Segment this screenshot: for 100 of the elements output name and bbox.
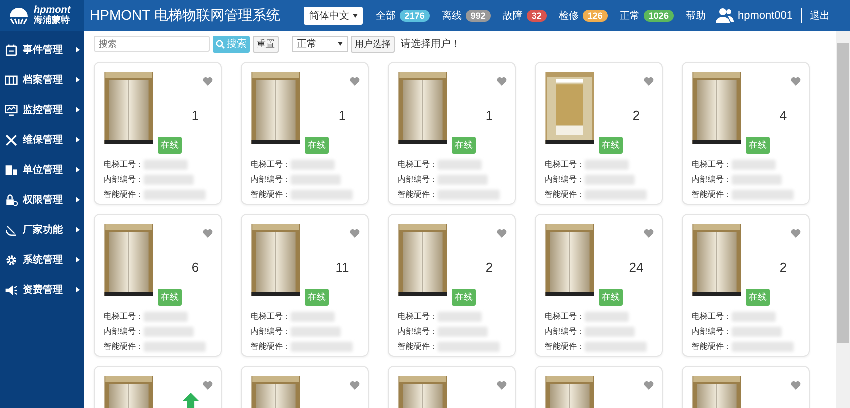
heart-icon[interactable]	[497, 381, 507, 390]
status-badge: 在线	[599, 289, 623, 306]
blurred-value	[438, 160, 482, 170]
count-badge: 126	[582, 10, 608, 22]
field-label: 电梯工号：	[251, 159, 291, 170]
heart-icon[interactable]	[203, 381, 213, 390]
sidebar-item[interactable]: 单位管理	[23, 163, 63, 177]
heart-icon[interactable]	[497, 77, 507, 86]
elevator-doors-picture	[692, 72, 742, 144]
elevator-card[interactable]: 2 在线 电梯工号： 内部编号： 智能硬件：	[535, 62, 663, 205]
counter-label[interactable]: 正常	[620, 8, 640, 22]
field-label: 电梯工号：	[692, 311, 732, 322]
field-label: 智能硬件：	[251, 189, 291, 200]
blurred-value	[438, 312, 482, 322]
blurred-value	[585, 160, 629, 170]
heart-icon[interactable]	[497, 229, 507, 238]
caret-icon	[76, 77, 80, 83]
sidebar-item[interactable]: 事件管理	[23, 43, 63, 57]
elevator-card[interactable]: 2 在线 电梯工号： 内部编号： 智能硬件：	[388, 214, 516, 357]
blurred-value	[585, 174, 635, 184]
user-select-button[interactable]: 用户选择	[351, 36, 395, 52]
blurred-value	[438, 174, 488, 184]
field-label: 内部编号：	[398, 174, 438, 185]
heart-icon[interactable]	[644, 77, 654, 86]
field-label: 内部编号：	[545, 174, 585, 185]
heart-icon[interactable]	[791, 381, 801, 390]
field-label: 电梯工号：	[398, 159, 438, 170]
grid-icon	[5, 74, 18, 86]
heart-icon[interactable]	[644, 381, 654, 390]
heart-icon[interactable]	[791, 229, 801, 238]
username[interactable]: hpmont001	[738, 10, 793, 22]
counter-label[interactable]: 检修	[558, 8, 579, 22]
counter-label[interactable]: 故障	[502, 8, 523, 22]
elevator-card[interactable]: 2 在线 电梯工号： 内部编号： 智能硬件：	[682, 214, 810, 357]
blurred-value	[291, 160, 335, 170]
heart-icon[interactable]	[350, 229, 360, 238]
blurred-value	[438, 326, 488, 336]
sidebar-item[interactable]: 系统管理	[23, 253, 63, 267]
users-icon	[716, 8, 734, 23]
blurred-value	[732, 190, 794, 200]
caret-icon	[76, 167, 80, 173]
speaker-icon	[5, 284, 18, 296]
logo-name: 海浦蒙特	[34, 16, 70, 25]
sidebar-item[interactable]: 厂家功能	[23, 223, 63, 237]
elevator-card[interactable]: 4 在线 电梯工号： 内部编号： 智能硬件：	[682, 62, 810, 205]
sidebar-item[interactable]: 档案管理	[23, 73, 63, 87]
building-icon	[5, 164, 18, 176]
field-label: 电梯工号：	[251, 311, 291, 322]
counter-label[interactable]: 全部	[376, 8, 396, 22]
blurred-value	[585, 342, 647, 352]
blurred-value	[144, 312, 188, 322]
field-label: 内部编号：	[692, 326, 732, 337]
help-link[interactable]: 帮助	[686, 8, 706, 22]
scrollbar-thumb[interactable]	[837, 43, 849, 343]
heart-icon[interactable]	[350, 381, 360, 390]
blurred-value	[144, 190, 206, 200]
field-label: 内部编号：	[251, 174, 291, 185]
caret-icon	[353, 14, 358, 18]
elevator-card[interactable]: 1 在线 电梯工号： 内部编号： 智能硬件：	[388, 62, 516, 205]
field-label: 智能硬件：	[104, 341, 144, 352]
blurred-value	[144, 160, 188, 170]
reset-button[interactable]: 重置	[253, 36, 279, 52]
sidebar-item[interactable]: 监控管理	[23, 103, 63, 117]
floor-number: 4	[780, 108, 788, 123]
sidebar-item[interactable]: 权限管理	[23, 193, 63, 207]
counter-label[interactable]: 离线	[442, 8, 462, 22]
elevator-doors-picture	[104, 72, 154, 144]
heart-icon[interactable]	[644, 229, 654, 238]
status-dropdown[interactable]: 正常	[292, 36, 348, 52]
elevator-card[interactable]: 11 在线 电梯工号： 内部编号： 智能硬件：	[241, 214, 369, 357]
field-label: 电梯工号：	[104, 311, 144, 322]
elevator-doors-picture	[398, 72, 448, 144]
lock-gear-icon	[5, 194, 18, 206]
status-badge: 在线	[599, 137, 623, 154]
calendar-icon	[5, 44, 18, 56]
blurred-value	[585, 312, 629, 322]
elevator-card[interactable]: 6 在线 电梯工号： 内部编号： 智能硬件：	[94, 214, 222, 357]
elevator-card[interactable]: 1 在线 电梯工号： 内部编号： 智能硬件：	[241, 62, 369, 205]
settings-icon	[5, 254, 18, 266]
heart-icon[interactable]	[791, 77, 801, 86]
logout-link[interactable]: 退出	[810, 8, 830, 22]
blurred-value	[585, 190, 647, 200]
language-dropdown[interactable]: 简体中文	[304, 6, 364, 24]
blurred-value	[732, 174, 782, 184]
search-field[interactable]: 搜索	[94, 36, 210, 52]
logo-icon	[8, 6, 30, 24]
sidebar-item[interactable]: 维保管理	[23, 133, 63, 147]
field-label: 内部编号：	[104, 174, 144, 185]
elevator-card[interactable]: 24 在线 电梯工号： 内部编号： 智能硬件：	[535, 214, 663, 357]
heart-icon[interactable]	[203, 229, 213, 238]
sidebar-item[interactable]: 资费管理	[23, 283, 63, 297]
caret-icon	[76, 287, 80, 293]
field-label: 内部编号：	[251, 326, 291, 337]
elevator-card[interactable]: 1 在线 电梯工号： 内部编号： 智能硬件：	[94, 62, 222, 205]
field-label: 电梯工号：	[545, 159, 585, 170]
blurred-value	[438, 190, 500, 200]
heart-icon[interactable]	[203, 77, 213, 86]
floor-number: 1	[338, 108, 346, 123]
caret-icon	[76, 107, 80, 113]
heart-icon[interactable]	[350, 77, 360, 86]
